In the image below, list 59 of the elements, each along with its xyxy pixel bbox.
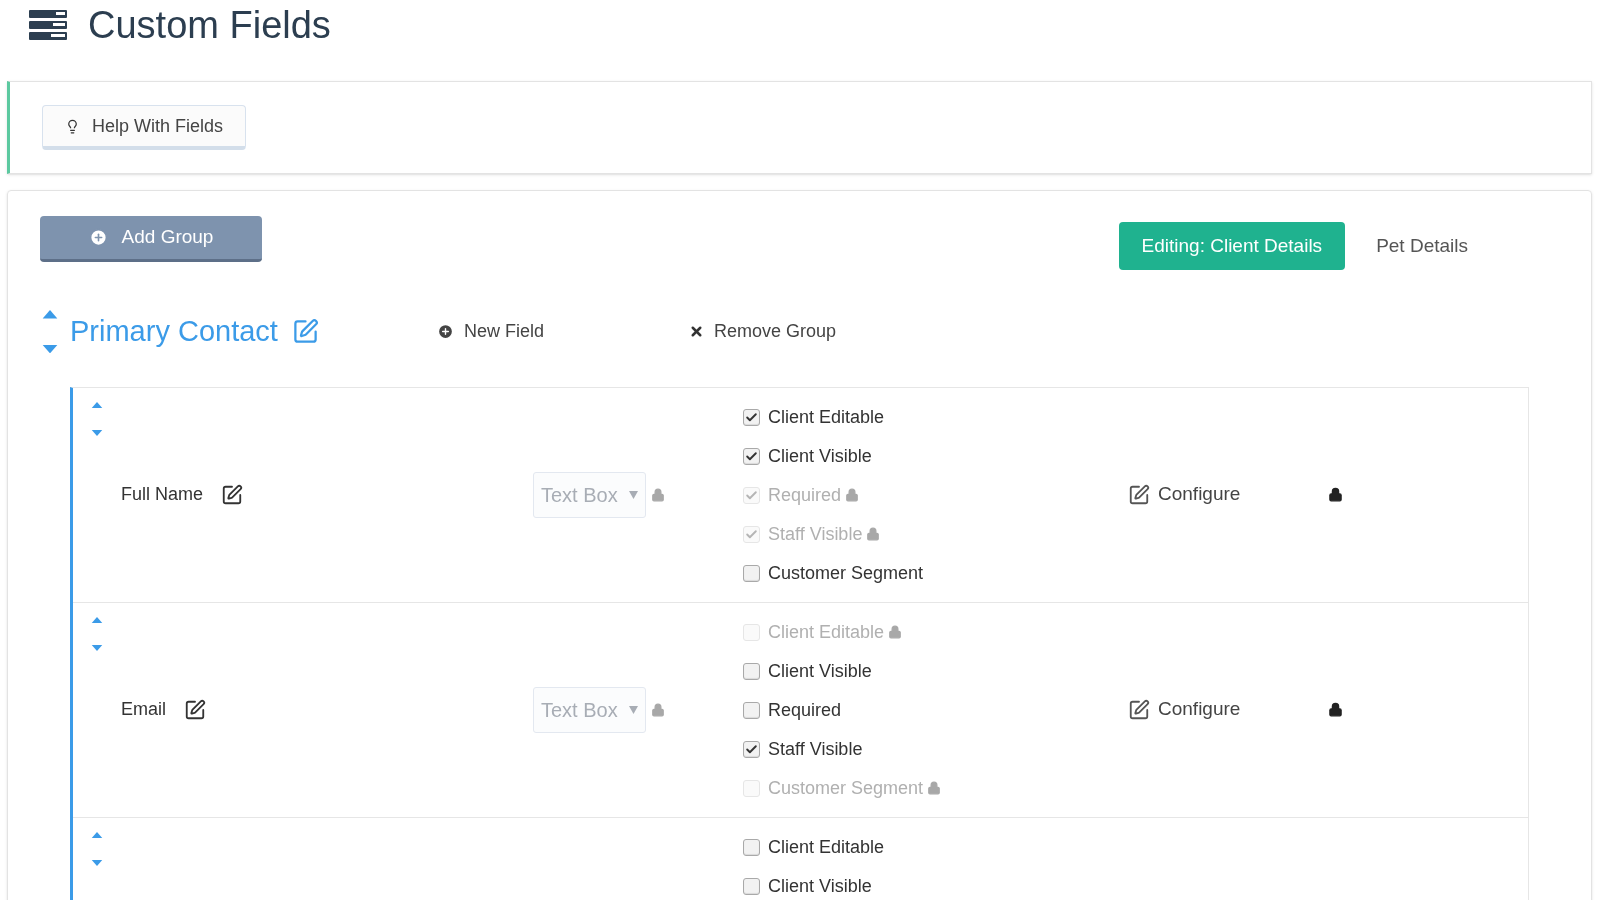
lock-icon <box>866 527 881 541</box>
field-name: Email <box>121 698 166 721</box>
plus-icon <box>436 323 454 341</box>
move-up-icon[interactable] <box>90 616 104 623</box>
checkbox[interactable] <box>743 408 760 426</box>
edit-icon[interactable] <box>221 483 244 506</box>
checkbox-label: Client Editable <box>768 620 885 644</box>
move-down-icon[interactable] <box>90 429 104 436</box>
checkbox-label: Client Visible <box>768 659 872 683</box>
move-up-icon[interactable] <box>90 401 104 408</box>
move-down-icon[interactable] <box>90 859 104 866</box>
new-field-button[interactable]: New Field <box>436 318 544 346</box>
checkbox-label: Required <box>768 483 842 507</box>
lock-icon <box>927 781 942 795</box>
checkbox-label: Required <box>768 698 842 722</box>
checkbox[interactable] <box>743 662 760 680</box>
tab[interactable]: Pet Details <box>1353 222 1491 270</box>
check-icon <box>745 527 758 541</box>
field-name: Full Name <box>121 483 204 506</box>
help-button[interactable]: Help With Fields <box>42 105 247 150</box>
lightbulb-icon <box>65 118 80 134</box>
list-icon <box>29 10 67 40</box>
edit-icon <box>1128 698 1150 721</box>
caret-icon <box>629 490 638 499</box>
checkbox[interactable] <box>743 447 760 465</box>
checkbox-label: Staff Visible <box>768 522 863 546</box>
move-group-up-icon[interactable] <box>41 310 59 319</box>
check-icon <box>745 410 758 424</box>
checkbox-label: Customer Segment <box>768 561 924 585</box>
checkbox[interactable] <box>743 740 760 758</box>
checkbox-label: Client Visible <box>768 874 872 898</box>
page-title: Custom Fields <box>88 2 331 48</box>
plus-icon <box>88 228 108 247</box>
lock-icon <box>651 702 665 717</box>
checkbox[interactable] <box>743 701 760 719</box>
configure-button[interactable]: Configure <box>1128 480 1241 509</box>
edit-icon[interactable] <box>184 698 206 721</box>
checkbox-label: Client Editable <box>768 405 885 429</box>
remove-group-button[interactable]: Remove Group <box>688 318 836 346</box>
caret-icon <box>629 705 638 714</box>
move-down-icon[interactable] <box>90 644 104 651</box>
checkbox-label: Client Visible <box>768 444 872 468</box>
lock-icon <box>651 487 665 502</box>
check-icon <box>745 449 758 463</box>
group-title: Primary Contact <box>70 314 278 349</box>
check-icon <box>745 742 758 756</box>
configure-button[interactable]: Configure <box>1128 695 1241 724</box>
lock-icon <box>888 625 903 639</box>
checkbox[interactable] <box>743 838 760 856</box>
check-icon <box>745 488 758 502</box>
lock-icon <box>845 488 860 502</box>
move-up-icon[interactable] <box>90 831 104 838</box>
checkbox[interactable] <box>743 564 760 582</box>
edit-icon <box>1128 483 1150 506</box>
move-group-down-icon[interactable] <box>41 344 59 354</box>
checkbox-label: Customer Segment <box>768 776 924 800</box>
checkbox-label: Staff Visible <box>768 737 863 761</box>
checkbox[interactable] <box>743 877 760 895</box>
checkbox-label: Client Editable <box>768 835 885 859</box>
